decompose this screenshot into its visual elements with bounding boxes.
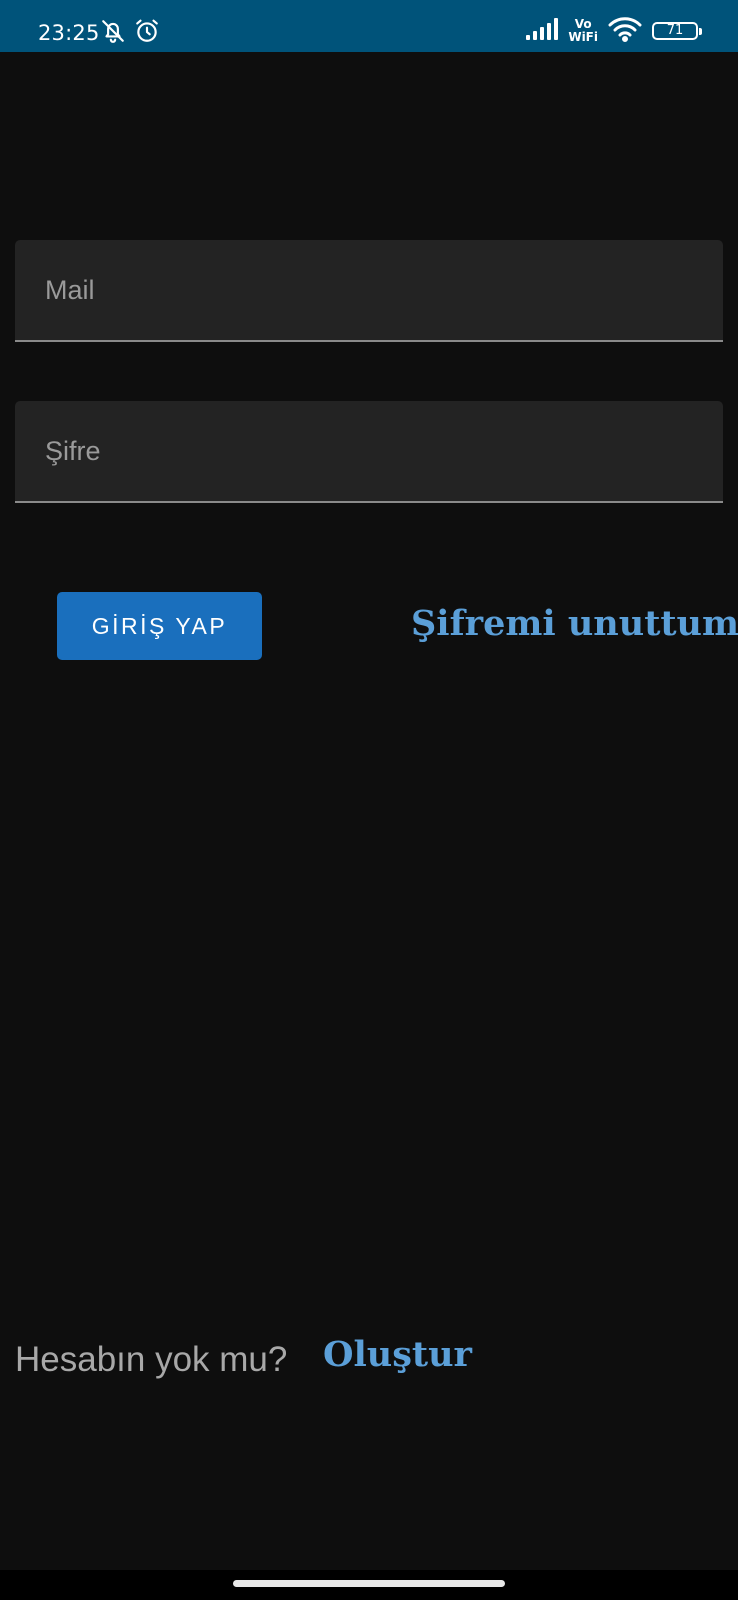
login-button[interactable]: GİRİŞ YAP [57, 592, 262, 660]
status-bar: 23:25 Vo WiFi 71 [0, 0, 738, 52]
vowifi-label-top: Vo [574, 17, 592, 31]
signal-strength-icon [526, 17, 559, 45]
mail-input[interactable] [45, 240, 695, 340]
signup-prompt: Hesabın yok mu? [15, 1340, 288, 1379]
create-account-link[interactable]: Oluştur [323, 1331, 472, 1379]
home-indicator[interactable] [233, 1580, 505, 1587]
bell-off-icon [100, 18, 126, 49]
wifi-icon [608, 16, 642, 47]
battery-icon: 71 [652, 22, 702, 40]
password-input[interactable] [45, 401, 695, 501]
login-screen: 23:25 Vo WiFi 71 Mail GİRİŞ YAP Şifremi … [0, 0, 738, 1600]
battery-level: 71 [666, 23, 684, 38]
alarm-icon [134, 18, 160, 49]
mail-field[interactable] [15, 240, 723, 342]
navigation-bar [0, 1570, 738, 1600]
status-right-icons: Vo WiFi 71 [526, 16, 702, 47]
status-left-icons [100, 18, 160, 48]
status-time: 23:25 [38, 21, 100, 45]
password-field[interactable] [15, 401, 723, 503]
vowifi-label-bottom: WiFi [568, 30, 598, 44]
vowifi-indicator: Vo WiFi [568, 18, 598, 44]
forgot-password-link[interactable]: Şifremi unuttum [411, 598, 738, 650]
